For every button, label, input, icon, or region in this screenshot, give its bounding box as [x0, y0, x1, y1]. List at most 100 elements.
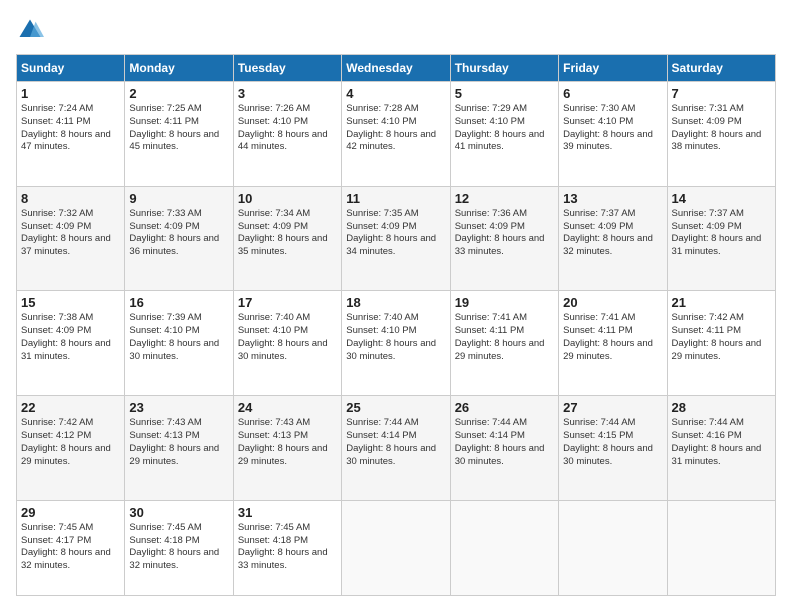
- day-info: Sunrise: 7:41 AMSunset: 4:11 PMDaylight:…: [455, 312, 554, 363]
- day-info: Sunrise: 7:35 AMSunset: 4:09 PMDaylight:…: [346, 208, 445, 259]
- day-cell-27: 27 Sunrise: 7:44 AMSunset: 4:15 PMDayligh…: [559, 396, 667, 501]
- day-info: Sunrise: 7:40 AMSunset: 4:10 PMDaylight:…: [238, 312, 337, 363]
- week-row-1: 1 Sunrise: 7:24 AMSunset: 4:11 PMDaylight…: [17, 82, 776, 187]
- day-info: Sunrise: 7:31 AMSunset: 4:09 PMDaylight:…: [672, 103, 771, 154]
- day-cell-22: 22Sunrise: 7:42 AMSunset: 4:12 PMDayligh…: [17, 396, 125, 501]
- day-info: Sunrise: 7:30 AMSunset: 4:10 PMDaylight:…: [563, 103, 662, 154]
- day-info: Sunrise: 7:38 AMSunset: 4:09 PMDaylight:…: [21, 312, 120, 363]
- day-cell-15: 15 Sunrise: 7:38 AMSunset: 4:09 PMDayligh…: [17, 291, 125, 396]
- day-cell-23: 23 Sunrise: 7:43 AMSunset: 4:13 PMDayligh…: [125, 396, 233, 501]
- day-number: 7: [672, 86, 771, 101]
- day-cell-29: 29 Sunrise: 7:45 AMSunset: 4:17 PMDayligh…: [17, 500, 125, 595]
- day-info: Sunrise: 7:43 AMSunset: 4:13 PMDaylight:…: [129, 417, 228, 468]
- day-number: 21: [672, 295, 771, 310]
- day-number: 11: [346, 191, 445, 206]
- day-info: Sunrise: 7:25 AMSunset: 4:11 PMDaylight:…: [129, 103, 228, 154]
- empty-cell: [342, 500, 450, 595]
- header-day-thursday: Thursday: [450, 55, 558, 82]
- day-cell-24: 24Sunrise: 7:43 AMSunset: 4:13 PMDayligh…: [233, 396, 341, 501]
- calendar-body: 1 Sunrise: 7:24 AMSunset: 4:11 PMDaylight…: [17, 82, 776, 596]
- day-number: 10: [238, 191, 337, 206]
- day-info: Sunrise: 7:45 AMSunset: 4:18 PMDaylight:…: [129, 522, 228, 573]
- day-info: Sunrise: 7:44 AMSunset: 4:16 PMDaylight:…: [672, 417, 771, 468]
- day-number: 26: [455, 400, 554, 415]
- page: SundayMondayTuesdayWednesdayThursdayFrid…: [0, 0, 792, 612]
- day-number: 27: [563, 400, 662, 415]
- empty-cell: [667, 500, 775, 595]
- day-cell-11: 11 Sunrise: 7:35 AMSunset: 4:09 PMDayligh…: [342, 186, 450, 291]
- day-info: Sunrise: 7:45 AMSunset: 4:17 PMDaylight:…: [21, 522, 120, 573]
- day-number: 16: [129, 295, 228, 310]
- day-number: 9: [129, 191, 228, 206]
- day-cell-5: 5Sunrise: 7:29 AMSunset: 4:10 PMDaylight…: [450, 82, 558, 187]
- day-number: 31: [238, 505, 337, 520]
- header-day-monday: Monday: [125, 55, 233, 82]
- header-day-tuesday: Tuesday: [233, 55, 341, 82]
- day-cell-16: 16Sunrise: 7:39 AMSunset: 4:10 PMDayligh…: [125, 291, 233, 396]
- day-cell-2: 2 Sunrise: 7:25 AMSunset: 4:11 PMDaylight…: [125, 82, 233, 187]
- day-cell-30: 30 Sunrise: 7:45 AMSunset: 4:18 PMDayligh…: [125, 500, 233, 595]
- week-row-4: 22Sunrise: 7:42 AMSunset: 4:12 PMDayligh…: [17, 396, 776, 501]
- header-day-sunday: Sunday: [17, 55, 125, 82]
- day-info: Sunrise: 7:34 AMSunset: 4:09 PMDaylight:…: [238, 208, 337, 259]
- day-info: Sunrise: 7:37 AMSunset: 4:09 PMDaylight:…: [672, 208, 771, 259]
- header-day-friday: Friday: [559, 55, 667, 82]
- day-cell-28: 28 Sunrise: 7:44 AMSunset: 4:16 PMDayligh…: [667, 396, 775, 501]
- day-number: 29: [21, 505, 120, 520]
- day-cell-17: 17Sunrise: 7:40 AMSunset: 4:10 PMDayligh…: [233, 291, 341, 396]
- day-info: Sunrise: 7:44 AMSunset: 4:15 PMDaylight:…: [563, 417, 662, 468]
- day-number: 13: [563, 191, 662, 206]
- day-number: 24: [238, 400, 337, 415]
- logo-icon: [16, 16, 44, 44]
- day-info: Sunrise: 7:32 AMSunset: 4:09 PMDaylight:…: [21, 208, 120, 259]
- day-info: Sunrise: 7:29 AMSunset: 4:10 PMDaylight:…: [455, 103, 554, 154]
- day-info: Sunrise: 7:24 AMSunset: 4:11 PMDaylight:…: [21, 103, 120, 154]
- day-cell-25: 25 Sunrise: 7:44 AMSunset: 4:14 PMDayligh…: [342, 396, 450, 501]
- day-number: 20: [563, 295, 662, 310]
- day-number: 4: [346, 86, 445, 101]
- calendar-header: SundayMondayTuesdayWednesdayThursdayFrid…: [17, 55, 776, 82]
- day-cell-9: 9 Sunrise: 7:33 AMSunset: 4:09 PMDaylight…: [125, 186, 233, 291]
- day-info: Sunrise: 7:45 AMSunset: 4:18 PMDaylight:…: [238, 522, 337, 573]
- day-number: 14: [672, 191, 771, 206]
- day-cell-7: 7 Sunrise: 7:31 AMSunset: 4:09 PMDaylight…: [667, 82, 775, 187]
- day-cell-6: 6 Sunrise: 7:30 AMSunset: 4:10 PMDaylight…: [559, 82, 667, 187]
- day-number: 6: [563, 86, 662, 101]
- day-cell-10: 10 Sunrise: 7:34 AMSunset: 4:09 PMDayligh…: [233, 186, 341, 291]
- day-cell-1: 1 Sunrise: 7:24 AMSunset: 4:11 PMDaylight…: [17, 82, 125, 187]
- day-number: 19: [455, 295, 554, 310]
- day-cell-3: 3Sunrise: 7:26 AMSunset: 4:10 PMDaylight…: [233, 82, 341, 187]
- day-cell-14: 14 Sunrise: 7:37 AMSunset: 4:09 PMDayligh…: [667, 186, 775, 291]
- header: [16, 16, 776, 44]
- day-cell-4: 4 Sunrise: 7:28 AMSunset: 4:10 PMDaylight…: [342, 82, 450, 187]
- day-number: 15: [21, 295, 120, 310]
- day-number: 12: [455, 191, 554, 206]
- day-info: Sunrise: 7:28 AMSunset: 4:10 PMDaylight:…: [346, 103, 445, 154]
- day-cell-18: 18Sunrise: 7:40 AMSunset: 4:10 PMDayligh…: [342, 291, 450, 396]
- empty-cell: [559, 500, 667, 595]
- day-info: Sunrise: 7:42 AMSunset: 4:11 PMDaylight:…: [672, 312, 771, 363]
- week-row-2: 8Sunrise: 7:32 AMSunset: 4:09 PMDaylight…: [17, 186, 776, 291]
- day-number: 25: [346, 400, 445, 415]
- day-cell-26: 26 Sunrise: 7:44 AMSunset: 4:14 PMDayligh…: [450, 396, 558, 501]
- logo: [16, 16, 48, 44]
- day-info: Sunrise: 7:40 AMSunset: 4:10 PMDaylight:…: [346, 312, 445, 363]
- calendar-table: SundayMondayTuesdayWednesdayThursdayFrid…: [16, 54, 776, 596]
- day-info: Sunrise: 7:33 AMSunset: 4:09 PMDaylight:…: [129, 208, 228, 259]
- day-cell-12: 12 Sunrise: 7:36 AMSunset: 4:09 PMDayligh…: [450, 186, 558, 291]
- day-info: Sunrise: 7:42 AMSunset: 4:12 PMDaylight:…: [21, 417, 120, 468]
- day-number: 28: [672, 400, 771, 415]
- day-info: Sunrise: 7:44 AMSunset: 4:14 PMDaylight:…: [455, 417, 554, 468]
- header-day-wednesday: Wednesday: [342, 55, 450, 82]
- day-info: Sunrise: 7:36 AMSunset: 4:09 PMDaylight:…: [455, 208, 554, 259]
- day-number: 1: [21, 86, 120, 101]
- week-row-5: 29 Sunrise: 7:45 AMSunset: 4:17 PMDayligh…: [17, 500, 776, 595]
- day-info: Sunrise: 7:44 AMSunset: 4:14 PMDaylight:…: [346, 417, 445, 468]
- empty-cell: [450, 500, 558, 595]
- day-number: 23: [129, 400, 228, 415]
- day-number: 30: [129, 505, 228, 520]
- day-info: Sunrise: 7:37 AMSunset: 4:09 PMDaylight:…: [563, 208, 662, 259]
- day-cell-13: 13 Sunrise: 7:37 AMSunset: 4:09 PMDayligh…: [559, 186, 667, 291]
- day-number: 2: [129, 86, 228, 101]
- day-cell-21: 21 Sunrise: 7:42 AMSunset: 4:11 PMDayligh…: [667, 291, 775, 396]
